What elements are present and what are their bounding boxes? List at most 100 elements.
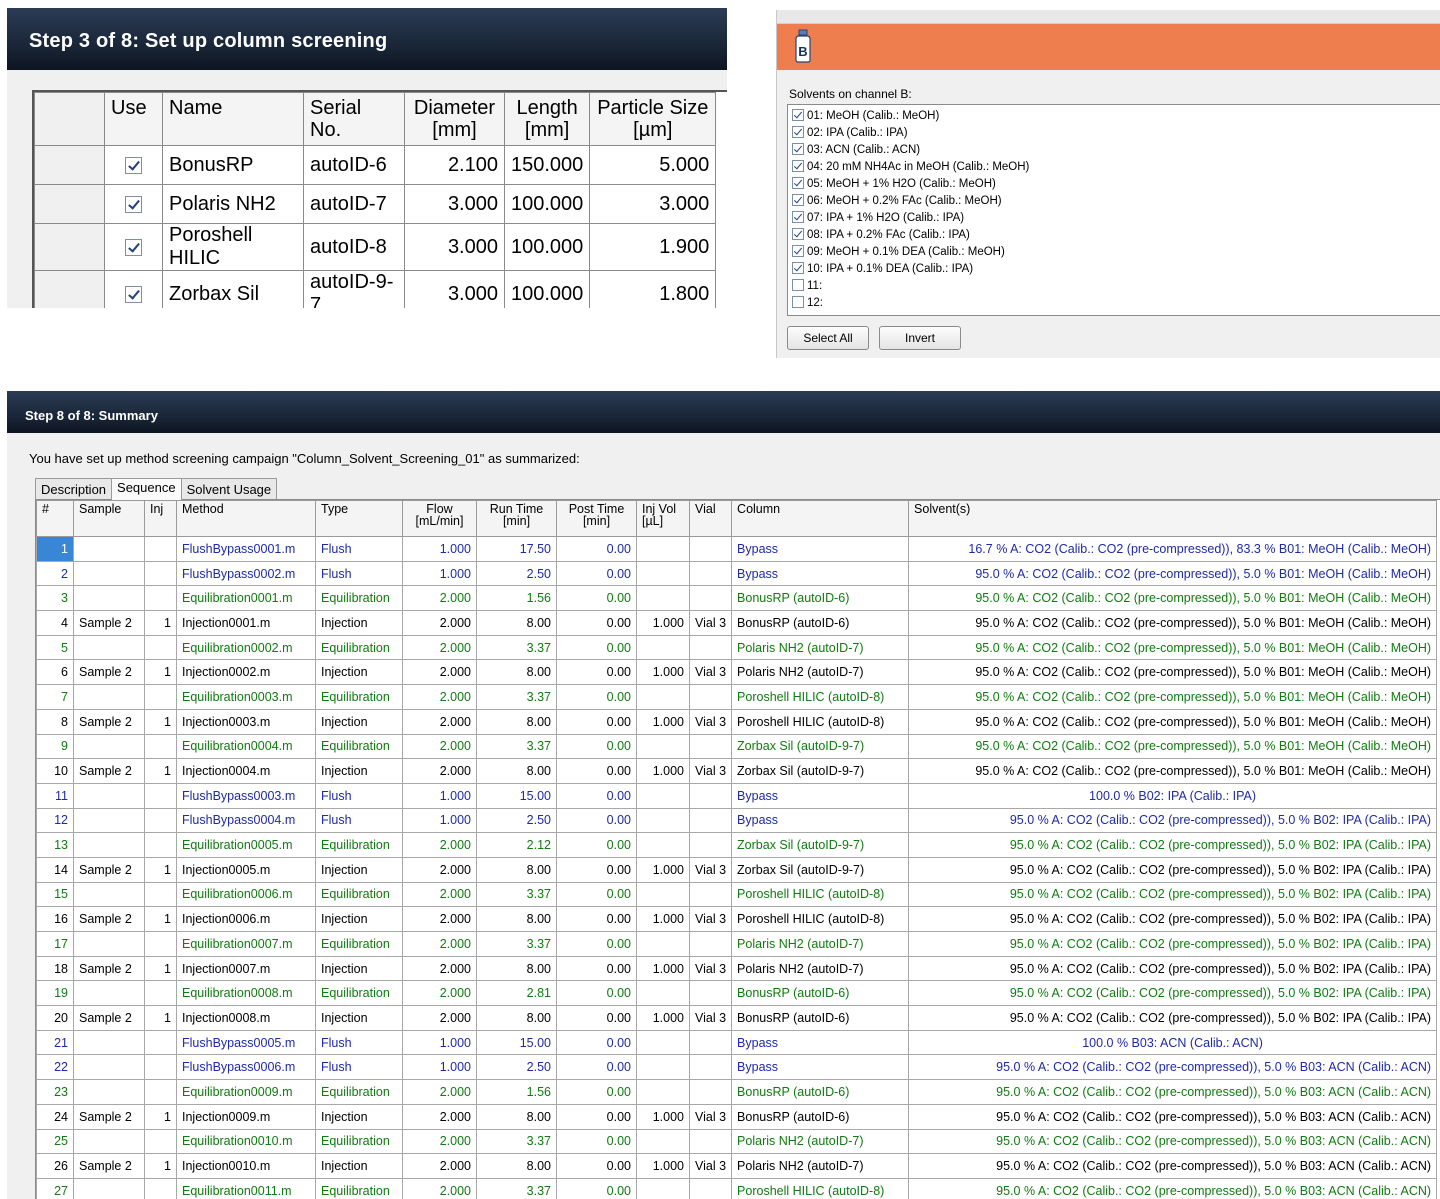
vial-cell[interactable]: Vial 3: [688, 906, 733, 932]
type-cell[interactable]: Injection: [315, 1153, 403, 1179]
sample-cell[interactable]: Sample 2: [73, 1153, 145, 1179]
solvents-cell[interactable]: 95.0 % A: CO2 (Calib.: CO2 (pre-compress…: [908, 832, 1438, 858]
sample-cell[interactable]: [73, 931, 145, 957]
post-time-cell[interactable]: 0.00: [556, 955, 637, 982]
sample-cell[interactable]: [73, 1029, 145, 1056]
post-time-cell[interactable]: 0.00: [556, 1079, 637, 1105]
run-time-cell[interactable]: 3.37: [476, 1177, 557, 1199]
solvent-checkbox[interactable]: [792, 143, 804, 155]
method-cell[interactable]: Equilibration0006.m: [176, 881, 316, 908]
row-number-cell[interactable]: 27: [36, 1177, 74, 1199]
solvent-checklist[interactable]: 01: MeOH (Calib.: MeOH) 02: IPA (Calib.: …: [787, 104, 1440, 316]
sample-cell[interactable]: Sample 2: [73, 708, 145, 735]
sample-cell[interactable]: [73, 634, 145, 661]
sequence-row[interactable]: 15 Equilibration0006.m Equilibration 2.000 3…: [36, 881, 1438, 908]
type-cell[interactable]: Injection: [315, 856, 403, 883]
solvent-item[interactable]: 04: 20 mM NH4Ac in MeOH (Calib.: MeOH): [792, 159, 1440, 176]
column-cell[interactable]: Poroshell HILIC (autoID-8): [731, 1177, 910, 1199]
post-time-cell[interactable]: 0.00: [556, 1005, 637, 1031]
flow-cell[interactable]: 1.000: [402, 1054, 477, 1081]
sample-cell[interactable]: Sample 2: [73, 659, 145, 686]
post-time-cell[interactable]: 0.00: [556, 536, 637, 562]
inj-vol-cell[interactable]: 1.000: [636, 659, 690, 686]
solvents-cell[interactable]: 95.0 % A: CO2 (Calib.: CO2 (pre-compress…: [908, 1103, 1438, 1130]
inj-cell[interactable]: 1: [144, 758, 177, 784]
inj-cell[interactable]: 1: [144, 1005, 177, 1031]
column-cell[interactable]: Poroshell HILIC (autoID-8): [731, 906, 910, 932]
sample-cell[interactable]: [73, 807, 145, 834]
use-checkbox[interactable]: [125, 156, 142, 174]
vial-cell[interactable]: [688, 536, 733, 562]
flow-cell[interactable]: 1.000: [402, 782, 477, 809]
flow-cell[interactable]: 2.000: [402, 856, 477, 883]
solvents-cell[interactable]: 95.0 % A: CO2 (Calib.: CO2 (pre-compress…: [908, 610, 1438, 636]
row-number-cell[interactable]: 18: [36, 955, 74, 982]
row-number-cell[interactable]: 15: [36, 881, 74, 908]
sample-cell[interactable]: Sample 2: [73, 610, 145, 636]
solvent-item[interactable]: 01: MeOH (Calib.: MeOH): [792, 108, 1440, 125]
solvents-cell[interactable]: 95.0 % A: CO2 (Calib.: CO2 (pre-compress…: [908, 560, 1438, 587]
invert-button[interactable]: Invert: [879, 326, 961, 350]
sequence-row[interactable]: 24 Sample 2 1 Injection0009.m Injection 2.000…: [36, 1103, 1438, 1130]
solvents-cell[interactable]: 95.0 % A: CO2 (Calib.: CO2 (pre-compress…: [908, 856, 1438, 883]
post-time-cell[interactable]: 0.00: [556, 1128, 637, 1155]
inj-cell[interactable]: [144, 536, 177, 562]
method-cell[interactable]: Equilibration0007.m: [176, 931, 316, 957]
header-particle-size[interactable]: Particle Size [µm]: [589, 92, 717, 146]
row-header-cell[interactable]: [34, 184, 105, 224]
flow-cell[interactable]: 2.000: [402, 610, 477, 636]
inj-vol-cell[interactable]: 1.000: [636, 1153, 690, 1179]
method-cell[interactable]: Equilibration0005.m: [176, 832, 316, 858]
solvents-cell[interactable]: 95.0 % A: CO2 (Calib.: CO2 (pre-compress…: [908, 733, 1438, 760]
type-cell[interactable]: Flush: [315, 807, 403, 834]
sequence-row[interactable]: 11 FlushBypass0003.m Flush 1.000 15.00 0.00 By…: [36, 782, 1438, 809]
serial-cell[interactable]: autoID-8: [303, 223, 405, 271]
sequence-row[interactable]: 20 Sample 2 1 Injection0008.m Injection 2.000…: [36, 1005, 1438, 1031]
vial-cell[interactable]: Vial 3: [688, 1005, 733, 1031]
sequence-row[interactable]: 26 Sample 2 1 Injection0010.m Injection 2.000…: [36, 1153, 1438, 1179]
solvents-cell[interactable]: 95.0 % A: CO2 (Calib.: CO2 (pre-compress…: [908, 1128, 1438, 1155]
type-cell[interactable]: Equilibration: [315, 980, 403, 1007]
header-serial[interactable]: Serial No.: [303, 92, 405, 146]
flow-cell[interactable]: 1.000: [402, 807, 477, 834]
sample-cell[interactable]: [73, 881, 145, 908]
type-cell[interactable]: Flush: [315, 536, 403, 562]
inj-cell[interactable]: [144, 980, 177, 1007]
flow-cell[interactable]: 2.000: [402, 758, 477, 784]
method-cell[interactable]: Injection0005.m: [176, 856, 316, 883]
flow-cell[interactable]: 2.000: [402, 1005, 477, 1031]
sequence-row[interactable]: 18 Sample 2 1 Injection0007.m Injection 2.000…: [36, 955, 1438, 982]
type-cell[interactable]: Equilibration: [315, 931, 403, 957]
row-number-cell[interactable]: 9: [36, 733, 74, 760]
column-cell[interactable]: Bypass: [731, 560, 910, 587]
column-cell[interactable]: Bypass: [731, 807, 910, 834]
column-cell[interactable]: BonusRP (autoID-6): [731, 1005, 910, 1031]
run-time-cell[interactable]: 2.50: [476, 560, 557, 587]
type-cell[interactable]: Equilibration: [315, 832, 403, 858]
solvent-item[interactable]: 03: ACN (Calib.: ACN): [792, 142, 1440, 159]
post-time-cell[interactable]: 0.00: [556, 980, 637, 1007]
run-time-cell[interactable]: 8.00: [476, 708, 557, 735]
column-name-cell[interactable]: Polaris NH2: [162, 184, 304, 224]
solvents-cell[interactable]: 95.0 % A: CO2 (Calib.: CO2 (pre-compress…: [908, 684, 1438, 710]
serial-cell[interactable]: autoID-7: [303, 184, 405, 224]
row-number-cell[interactable]: 8: [36, 708, 74, 735]
inj-cell[interactable]: [144, 684, 177, 710]
solvents-cell[interactable]: 95.0 % A: CO2 (Calib.: CO2 (pre-compress…: [908, 585, 1438, 612]
header-name[interactable]: Name: [162, 92, 304, 146]
post-time-cell[interactable]: 0.00: [556, 733, 637, 760]
serial-cell[interactable]: autoID-9-7: [303, 270, 405, 308]
row-number-cell[interactable]: 12: [36, 807, 74, 834]
column-cell[interactable]: Bypass: [731, 1054, 910, 1081]
row-number-cell[interactable]: 2: [36, 560, 74, 587]
solvents-cell[interactable]: 95.0 % A: CO2 (Calib.: CO2 (pre-compress…: [908, 881, 1438, 908]
inj-vol-cell[interactable]: [636, 684, 690, 710]
inj-vol-cell[interactable]: 1.000: [636, 856, 690, 883]
sample-cell[interactable]: Sample 2: [73, 856, 145, 883]
solvents-cell[interactable]: 16.7 % A: CO2 (Calib.: CO2 (pre-compress…: [908, 536, 1438, 562]
inj-cell[interactable]: 1: [144, 610, 177, 636]
sample-cell[interactable]: Sample 2: [73, 758, 145, 784]
inj-vol-cell[interactable]: [636, 536, 690, 562]
sequence-row[interactable]: 10 Sample 2 1 Injection0004.m Injection 2.000…: [36, 758, 1438, 784]
row-number-cell[interactable]: 11: [36, 782, 74, 809]
